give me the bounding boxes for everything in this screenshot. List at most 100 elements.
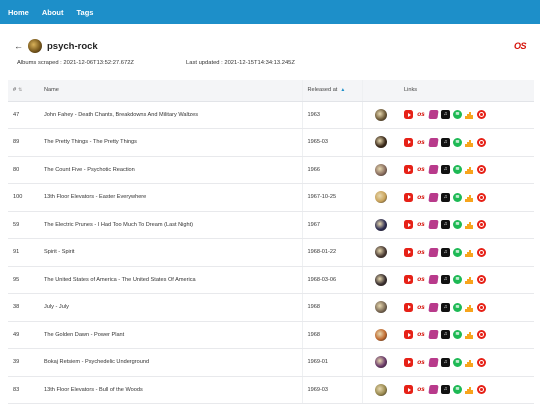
album-cover[interactable] xyxy=(375,273,388,286)
apple-music-icon[interactable]: ♫ xyxy=(441,220,450,230)
table-row[interactable]: 38 July - July 1968 os ♫ ≋ xyxy=(8,293,534,322)
table-row[interactable]: 49 The Golden Dawn - Power Plant 1968 os ♫ ≋ xyxy=(8,321,534,349)
musicbrainz-icon[interactable] xyxy=(428,247,439,257)
youtube-music-icon[interactable] xyxy=(477,192,486,202)
youtube-music-icon[interactable] xyxy=(477,220,486,230)
nav-tags-link[interactable]: Tags xyxy=(77,8,94,17)
spotify-icon[interactable]: ≋ xyxy=(453,385,462,395)
lastfm-icon[interactable]: os xyxy=(416,165,426,174)
youtube-icon[interactable] xyxy=(404,302,413,312)
youtube-music-icon[interactable] xyxy=(477,302,486,312)
musicbrainz-icon[interactable] xyxy=(428,220,439,230)
youtube-music-icon[interactable] xyxy=(477,110,486,120)
deezer-icon[interactable] xyxy=(465,330,474,340)
youtube-icon[interactable] xyxy=(404,385,413,395)
youtube-music-icon[interactable] xyxy=(477,385,486,395)
spotify-icon[interactable]: ≋ xyxy=(453,110,462,120)
musicbrainz-icon[interactable] xyxy=(428,357,439,367)
spotify-icon[interactable]: ≋ xyxy=(453,192,462,202)
column-header-num[interactable]: # ⇅ xyxy=(8,80,40,102)
lastfm-icon[interactable]: os xyxy=(416,193,426,202)
musicbrainz-icon[interactable] xyxy=(428,385,439,395)
lastfm-icon[interactable]: os xyxy=(416,275,426,284)
spotify-icon[interactable]: ≋ xyxy=(453,357,462,367)
album-cover[interactable] xyxy=(375,383,388,396)
musicbrainz-icon[interactable] xyxy=(428,275,439,285)
apple-music-icon[interactable]: ♫ xyxy=(441,385,450,395)
lastfm-icon[interactable]: os xyxy=(416,330,426,339)
table-row[interactable]: 91 Spirit - Spirit 1968-01-22 os ♫ ≋ xyxy=(8,238,534,267)
spotify-icon[interactable]: ≋ xyxy=(453,165,462,175)
table-row[interactable]: 80 The Count Five - Psychotic Reaction 196… xyxy=(8,156,534,184)
youtube-icon[interactable] xyxy=(404,330,413,340)
table-row[interactable]: 59 The Electric Prunes - I Had Too Much T… xyxy=(8,211,534,239)
youtube-icon[interactable] xyxy=(404,247,413,257)
youtube-music-icon[interactable] xyxy=(477,165,486,175)
spotify-icon[interactable]: ≋ xyxy=(453,137,462,147)
deezer-icon[interactable] xyxy=(465,275,474,285)
apple-music-icon[interactable]: ♫ xyxy=(441,192,450,202)
deezer-icon[interactable] xyxy=(465,303,474,312)
deezer-icon[interactable] xyxy=(465,138,474,147)
musicbrainz-icon[interactable] xyxy=(428,165,439,175)
album-cover[interactable] xyxy=(375,328,388,341)
column-header-released[interactable]: Released at ▲ xyxy=(301,80,363,102)
lastfm-icon[interactable]: os xyxy=(416,385,426,394)
album-cover[interactable] xyxy=(375,301,388,314)
apple-music-icon[interactable]: ♫ xyxy=(441,165,450,175)
nav-home-link[interactable]: Home xyxy=(8,8,29,17)
apple-music-icon[interactable]: ♫ xyxy=(441,357,450,367)
deezer-icon[interactable] xyxy=(465,220,474,230)
spotify-icon[interactable]: ≋ xyxy=(453,302,462,312)
lastfm-icon[interactable]: os xyxy=(416,138,426,147)
youtube-music-icon[interactable] xyxy=(477,275,486,285)
album-cover[interactable] xyxy=(375,191,388,204)
deezer-icon[interactable] xyxy=(465,358,474,367)
lastfm-icon[interactable]: os xyxy=(416,248,426,257)
apple-music-icon[interactable]: ♫ xyxy=(441,275,450,285)
table-row[interactable]: 100 13th Floor Elevators - Easter Everywh… xyxy=(8,183,534,212)
spotify-icon[interactable]: ≋ xyxy=(453,247,462,257)
musicbrainz-icon[interactable] xyxy=(428,302,439,312)
album-cover[interactable] xyxy=(375,246,388,259)
youtube-icon[interactable] xyxy=(404,357,413,367)
musicbrainz-icon[interactable] xyxy=(428,110,439,120)
deezer-icon[interactable] xyxy=(465,385,474,395)
deezer-icon[interactable] xyxy=(465,248,474,257)
deezer-icon[interactable] xyxy=(465,110,474,120)
lastfm-icon[interactable]: OS xyxy=(514,41,527,51)
lastfm-icon[interactable]: os xyxy=(416,110,426,119)
youtube-icon[interactable] xyxy=(404,165,413,175)
musicbrainz-icon[interactable] xyxy=(428,330,439,340)
musicbrainz-icon[interactable] xyxy=(428,137,439,147)
album-cover[interactable] xyxy=(375,136,388,149)
lastfm-icon[interactable]: os xyxy=(416,220,426,229)
youtube-music-icon[interactable] xyxy=(477,247,486,257)
spotify-icon[interactable]: ≋ xyxy=(453,220,462,230)
youtube-music-icon[interactable] xyxy=(477,357,486,367)
table-row[interactable]: 39 Bokaj Retsiem - Psychedelic Undergroun… xyxy=(8,348,534,377)
table-row[interactable]: 47 John Fahey - Death Chants, Breakdowns … xyxy=(8,101,534,129)
album-cover[interactable] xyxy=(375,108,388,121)
youtube-icon[interactable] xyxy=(404,110,413,120)
apple-music-icon[interactable]: ♫ xyxy=(441,330,450,340)
youtube-music-icon[interactable] xyxy=(477,137,486,147)
table-row[interactable]: 95 The United States of America - The Uni… xyxy=(8,266,534,294)
album-cover[interactable] xyxy=(375,218,388,231)
youtube-icon[interactable] xyxy=(404,192,413,202)
youtube-music-icon[interactable] xyxy=(477,330,486,340)
album-cover[interactable] xyxy=(375,163,388,176)
column-header-name[interactable]: Name xyxy=(40,80,302,102)
apple-music-icon[interactable]: ♫ xyxy=(441,110,450,120)
table-row[interactable]: 89 The Pretty Things - The Pretty Things 1… xyxy=(8,128,534,157)
musicbrainz-icon[interactable] xyxy=(428,192,439,202)
youtube-icon[interactable] xyxy=(404,220,413,230)
youtube-icon[interactable] xyxy=(404,137,413,147)
nav-about-link[interactable]: About xyxy=(42,8,64,17)
youtube-icon[interactable] xyxy=(404,275,413,285)
spotify-icon[interactable]: ≋ xyxy=(453,275,462,285)
deezer-icon[interactable] xyxy=(465,193,474,202)
apple-music-icon[interactable]: ♫ xyxy=(441,302,450,312)
apple-music-icon[interactable]: ♫ xyxy=(441,137,450,147)
lastfm-icon[interactable]: os xyxy=(416,358,426,367)
